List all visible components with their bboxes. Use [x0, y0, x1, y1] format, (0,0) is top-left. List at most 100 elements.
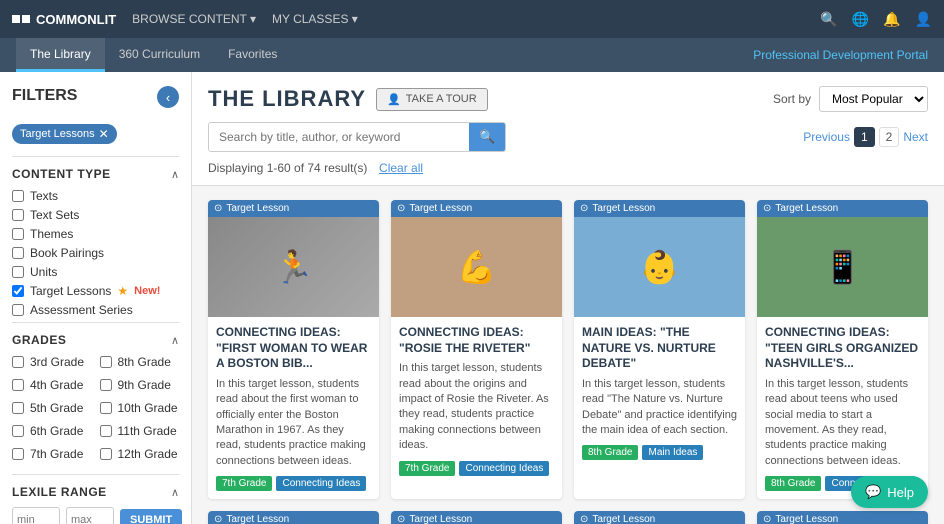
filter-9th[interactable]: 9th Grade	[100, 378, 180, 392]
tab-favorites[interactable]: Favorites	[214, 38, 291, 72]
target-lesson-icon-2: ⊙	[580, 203, 588, 214]
card-0-desc: In this target lesson, students read abo…	[216, 377, 371, 469]
my-classes-nav[interactable]: MY CLASSES ▾	[272, 12, 358, 26]
library-header: THE LIBRARY 👤 TAKE A TOUR Sort by Most P…	[192, 72, 944, 186]
search-box: 🔍	[208, 122, 506, 152]
next-page-button[interactable]: Next	[903, 130, 928, 144]
content-type-header[interactable]: CONTENT TYPE ∧	[12, 157, 179, 189]
globe-icon[interactable]: 🌐	[852, 11, 869, 28]
take-tour-button[interactable]: 👤 TAKE A TOUR	[376, 88, 488, 111]
card-2-label: ⊙ Target Lesson	[574, 200, 745, 217]
results-text: Displaying 1-60 of 74 result(s)	[208, 161, 367, 175]
card-0[interactable]: ⊙ Target Lesson 🏃 CONNECTING IDEAS: "FIR…	[208, 200, 379, 499]
card-1-desc: In this target lesson, students read abo…	[399, 361, 554, 453]
card-7[interactable]: ⊙ Target Lesson 🌲	[757, 511, 928, 524]
card-0-label: ⊙ Target Lesson	[208, 200, 379, 217]
filter-themes[interactable]: Themes	[12, 227, 179, 241]
card-4-label: ⊙ Target Lesson	[208, 511, 379, 524]
help-button[interactable]: 💬 Help	[851, 476, 928, 508]
grades-section: GRADES ∧ 3rd Grade 8th Grade 4th Grade 9…	[12, 322, 179, 474]
card-5[interactable]: ⊙ Target Lesson 🚀	[391, 511, 562, 524]
card-3[interactable]: ⊙ Target Lesson 📱 CONNECTING IDEAS: "TEE…	[757, 200, 928, 499]
target-lesson-icon-4: ⊙	[214, 514, 222, 524]
filter-book-pairings[interactable]: Book Pairings	[12, 246, 179, 260]
card-3-image: 📱	[757, 217, 928, 317]
card-0-tags: 7th Grade Connecting Ideas	[216, 476, 371, 491]
help-icon: 💬	[865, 484, 881, 500]
library-title: THE LIBRARY	[208, 86, 366, 112]
card-6-label: ⊙ Target Lesson	[574, 511, 745, 524]
filter-3rd[interactable]: 3rd Grade	[12, 355, 92, 369]
grades-header[interactable]: GRADES ∧	[12, 323, 179, 355]
lexile-max-input[interactable]	[66, 507, 114, 524]
card-3-title: CONNECTING IDEAS: "TEEN GIRLS ORGANIZED …	[765, 325, 920, 372]
user-icon[interactable]: 👤	[915, 11, 932, 28]
target-lesson-icon-1: ⊙	[397, 203, 405, 214]
nav-left: COMMONLIT BROWSE CONTENT ▾ MY CLASSES ▾	[12, 12, 358, 27]
search-icon[interactable]: 🔍	[820, 11, 837, 28]
clear-all-link[interactable]: Clear all	[379, 161, 423, 175]
pro-dev-link[interactable]: Professional Development Portal	[753, 48, 928, 62]
browse-content-nav[interactable]: BROWSE CONTENT ▾	[132, 12, 256, 26]
lexile-chevron: ∧	[171, 486, 179, 499]
nav-icons: 🔍 🌐 🔔 👤	[820, 11, 932, 28]
card-2-body: MAIN IDEAS: "THE NATURE VS. NURTURE DEBA…	[574, 317, 745, 468]
search-button[interactable]: 🔍	[469, 123, 505, 151]
filter-units[interactable]: Units	[12, 265, 179, 279]
active-filter-tag[interactable]: Target Lessons ✕	[12, 124, 117, 144]
filter-8th[interactable]: 8th Grade	[100, 355, 180, 369]
card-2-desc: In this target lesson, students read "Th…	[582, 377, 737, 439]
tab-library[interactable]: The Library	[16, 38, 105, 72]
content-type-section: CONTENT TYPE ∧ Texts Text Sets Themes Bo…	[12, 156, 179, 317]
page-1-button[interactable]: 1	[854, 127, 875, 147]
lexile-submit-button[interactable]: SUBMIT	[120, 509, 182, 524]
card-3-desc: In this target lesson, students read abo…	[765, 377, 920, 469]
remove-filter-icon[interactable]: ✕	[99, 127, 109, 141]
collapse-sidebar-button[interactable]: ‹	[157, 86, 179, 108]
grades-items: 3rd Grade 8th Grade 4th Grade 9th Grade …	[12, 355, 179, 474]
star-icon: ★	[117, 284, 128, 298]
filter-target-lessons[interactable]: Target Lessons ★ New!	[12, 284, 179, 298]
card-2-title: MAIN IDEAS: "THE NATURE VS. NURTURE DEBA…	[582, 325, 737, 372]
filter-7th[interactable]: 7th Grade	[12, 447, 92, 461]
sub-nav-left: The Library 360 Curriculum Favorites	[16, 38, 291, 72]
filter-6th[interactable]: 6th Grade	[12, 424, 92, 438]
filter-5th[interactable]: 5th Grade	[12, 401, 92, 415]
lexile-inputs: SUBMIT	[12, 507, 179, 524]
lexile-header[interactable]: LEXILE RANGE ∧	[12, 475, 179, 507]
card-2-tag-0: 8th Grade	[582, 445, 638, 460]
card-1-tags: 7th Grade Connecting Ideas	[399, 461, 554, 476]
card-6[interactable]: ⊙ Target Lesson 👧	[574, 511, 745, 524]
card-0-title: CONNECTING IDEAS: "FIRST WOMAN TO WEAR A…	[216, 325, 371, 372]
bell-icon[interactable]: 🔔	[883, 11, 900, 28]
card-1-image: 💪	[391, 217, 562, 317]
target-lesson-icon-3: ⊙	[763, 203, 771, 214]
card-1-tag-0: 7th Grade	[399, 461, 455, 476]
results-row: Displaying 1-60 of 74 result(s) Clear al…	[208, 160, 928, 175]
card-2[interactable]: ⊙ Target Lesson 👶 MAIN IDEAS: "THE NATUR…	[574, 200, 745, 499]
target-lesson-icon-7: ⊙	[763, 514, 771, 524]
tab-360-curriculum[interactable]: 360 Curriculum	[105, 38, 214, 72]
filter-texts[interactable]: Texts	[12, 189, 179, 203]
card-2-image: 👶	[574, 217, 745, 317]
prev-page-button[interactable]: Previous	[803, 130, 850, 144]
card-1[interactable]: ⊙ Target Lesson 💪 CONNECTING IDEAS: "ROS…	[391, 200, 562, 499]
page-2-button[interactable]: 2	[879, 127, 900, 147]
filter-10th[interactable]: 10th Grade	[100, 401, 180, 415]
logo-icon	[12, 15, 30, 23]
card-0-tag-1: Connecting Ideas	[276, 476, 366, 491]
filter-12th[interactable]: 12th Grade	[100, 447, 180, 461]
card-7-label: ⊙ Target Lesson	[757, 511, 928, 524]
card-2-tag-1: Main Ideas	[642, 445, 703, 460]
search-input[interactable]	[209, 125, 469, 149]
lexile-min-input[interactable]	[12, 507, 60, 524]
card-1-body: CONNECTING IDEAS: "ROSIE THE RIVETER" In…	[391, 317, 562, 484]
filter-11th[interactable]: 11th Grade	[100, 424, 180, 438]
sort-select[interactable]: Most Popular	[819, 86, 928, 112]
filter-4th[interactable]: 4th Grade	[12, 378, 92, 392]
card-4[interactable]: ⊙ Target Lesson 🐞 CAUSE AND	[208, 511, 379, 524]
card-3-tag-0: 8th Grade	[765, 476, 821, 491]
filter-assessment-series[interactable]: Assessment Series	[12, 303, 179, 317]
filter-text-sets[interactable]: Text Sets	[12, 208, 179, 222]
top-nav: COMMONLIT BROWSE CONTENT ▾ MY CLASSES ▾ …	[0, 0, 944, 38]
